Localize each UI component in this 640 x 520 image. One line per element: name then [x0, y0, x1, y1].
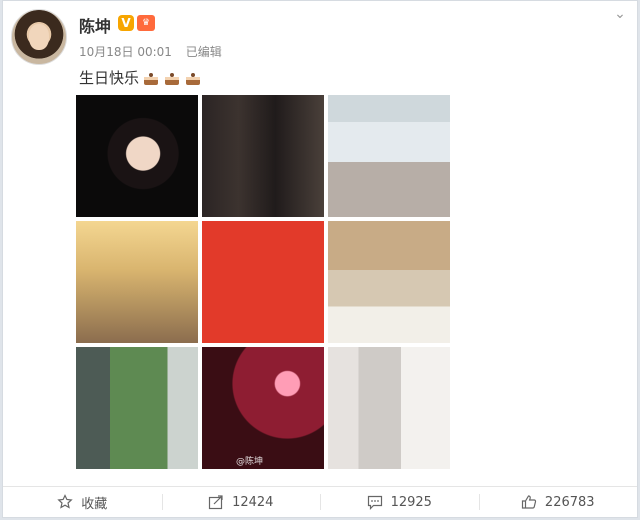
photo-grid: @陈坤 — [76, 95, 450, 469]
photo-watermark: @陈坤 — [236, 457, 264, 467]
comment-button[interactable]: 12925 — [320, 487, 479, 517]
photo-thumbnail[interactable] — [328, 221, 450, 343]
post-text: 生日快乐 — [79, 67, 202, 88]
weibo-post-card: 陈坤 V ♛ 10月18日 00:01 已编辑 ⌄ 生日快乐 @陈坤 收藏 12… — [2, 0, 638, 518]
like-count: 226783 — [544, 494, 595, 510]
comment-icon — [367, 495, 382, 510]
username[interactable]: 陈坤 — [79, 13, 111, 37]
cake-icon — [165, 72, 180, 85]
star-icon — [57, 494, 73, 509]
action-bar: 收藏 12424 12925 226783 — [3, 486, 637, 517]
photo-thumbnail[interactable] — [202, 221, 324, 343]
photo-thumbnail[interactable] — [202, 95, 324, 217]
photo-thumbnail[interactable] — [328, 347, 450, 469]
photo-thumbnail[interactable] — [76, 221, 198, 343]
repost-button[interactable]: 12424 — [161, 487, 321, 517]
edited-label[interactable]: 已编辑 — [186, 45, 222, 59]
post-timestamp[interactable]: 10月18日 00:01 — [79, 45, 172, 59]
repost-icon — [208, 495, 223, 510]
post-text-content: 生日快乐 — [79, 69, 140, 87]
favorite-label: 收藏 — [81, 496, 108, 512]
photo-thumbnail[interactable]: @陈坤 — [202, 347, 324, 469]
chevron-down-icon[interactable]: ⌄ — [613, 7, 627, 21]
verified-badge-icon: V — [118, 15, 134, 31]
photo-thumbnail[interactable] — [76, 347, 198, 469]
avatar[interactable] — [11, 9, 67, 65]
cake-icon — [186, 72, 201, 85]
cake-icon — [144, 72, 159, 85]
photo-thumbnail[interactable] — [76, 95, 198, 217]
repost-count: 12424 — [232, 494, 274, 510]
post-meta: 10月18日 00:01 已编辑 — [79, 43, 232, 60]
photo-thumbnail[interactable] — [328, 95, 450, 217]
comment-count: 12925 — [390, 494, 432, 510]
favorite-button[interactable]: 收藏 — [3, 487, 162, 517]
thumbs-up-icon — [521, 495, 537, 509]
vip-badge-icon: ♛ — [137, 15, 155, 31]
like-button[interactable]: 226783 — [478, 487, 638, 517]
